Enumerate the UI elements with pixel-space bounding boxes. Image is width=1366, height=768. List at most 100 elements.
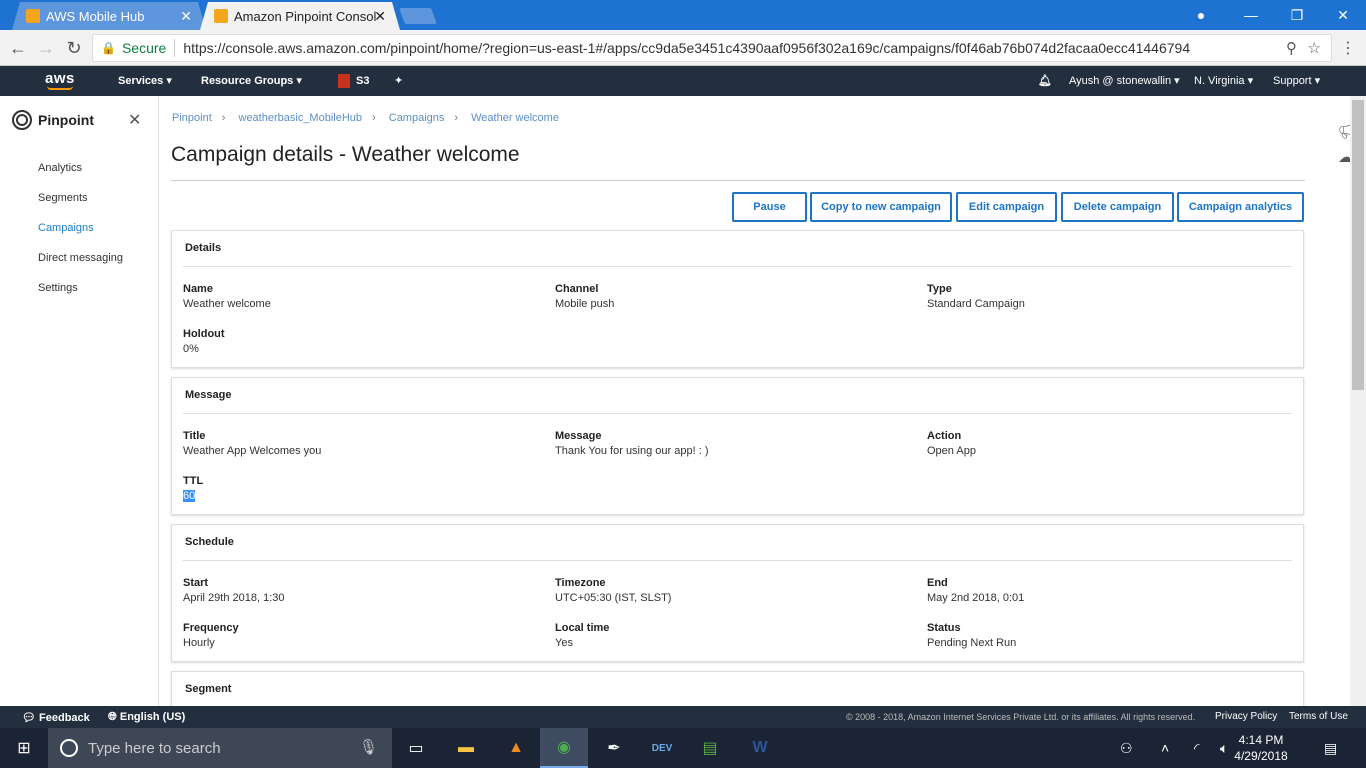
tab-label: Amazon Pinpoint Consol xyxy=(234,8,377,24)
action-field: Action Open App xyxy=(927,430,976,457)
chevron-down-icon: ▾ xyxy=(296,75,302,87)
sidebar-item-settings[interactable]: Settings xyxy=(38,282,78,294)
title-divider xyxy=(171,180,1305,181)
terms-of-use-link[interactable]: Terms of Use xyxy=(1289,711,1348,722)
url-text[interactable]: https://console.aws.amazon.com/pinpoint/… xyxy=(183,40,1190,56)
services-label: Services xyxy=(118,75,164,87)
clock-time: 4:14 PM xyxy=(1238,733,1284,747)
task-view-icon[interactable]: ▭ xyxy=(392,728,440,768)
region-label: N. Virginia xyxy=(1194,75,1245,87)
window-close-icon[interactable]: ✕ xyxy=(1320,0,1366,30)
delete-campaign-button[interactable]: Delete campaign xyxy=(1061,192,1174,222)
breadcrumb-current[interactable]: Weather welcome xyxy=(471,112,559,124)
field-label: Action xyxy=(927,430,962,442)
field-label: Holdout xyxy=(183,328,225,340)
feedback-label: Feedback xyxy=(39,712,90,724)
dev-cpp-icon[interactable]: DEV xyxy=(638,728,686,768)
profile-icon[interactable]: ● xyxy=(1178,0,1224,30)
action-center-icon[interactable]: ▤ xyxy=(1324,728,1337,768)
lock-icon: 🔒 xyxy=(101,41,116,55)
windows-start-icon[interactable]: ⊞ xyxy=(0,728,48,768)
close-sidebar-icon[interactable]: ✕ xyxy=(128,110,141,130)
forward-icon[interactable]: → xyxy=(34,36,58,60)
s3-shortcut[interactable]: S3 xyxy=(338,74,369,88)
resource-groups-label: Resource Groups xyxy=(201,75,294,87)
sidebar-item-campaigns[interactable]: Campaigns xyxy=(38,222,94,234)
field-value-selected: 60 xyxy=(183,490,196,502)
microphone-icon[interactable]: 🎙︎ xyxy=(359,738,378,756)
reload-icon[interactable]: ↻ xyxy=(62,36,86,60)
globe-icon: 🌐︎ xyxy=(108,711,117,723)
file-explorer-icon[interactable]: ▬ xyxy=(442,728,490,768)
people-icon[interactable]: ⚇ xyxy=(1120,728,1133,768)
support-menu[interactable]: Support ▾ xyxy=(1273,74,1320,87)
schedule-card: Schedule Start April 29th 2018, 1:30 Tim… xyxy=(171,524,1304,662)
notification-bell-icon[interactable]: 🔔︎ xyxy=(1038,74,1052,87)
sidebar-item-direct-messaging[interactable]: Direct messaging xyxy=(38,252,123,264)
browser-tab-mobile-hub[interactable]: AWS Mobile Hub ✕ xyxy=(12,2,206,30)
close-tab-icon[interactable]: ✕ xyxy=(180,8,192,25)
windows-taskbar: ⊞ Type here to search 🎙︎ ▭ ▬ ▲ ◉ ✒ DEV ▤… xyxy=(0,728,1366,768)
restore-icon[interactable]: ❐ xyxy=(1274,0,1320,30)
field-label: Channel xyxy=(555,283,599,295)
taskbar-clock[interactable]: 4:14 PM 4/29/2018 xyxy=(1226,732,1296,764)
campaign-analytics-button[interactable]: Campaign analytics xyxy=(1177,192,1304,222)
support-label: Support xyxy=(1273,75,1312,87)
account-label: Ayush @ stonewallin xyxy=(1069,75,1172,87)
aws-logo[interactable]: aws xyxy=(45,70,75,90)
breadcrumb-pinpoint[interactable]: Pinpoint xyxy=(172,112,212,124)
ttl-field: TTL 60 xyxy=(183,475,203,502)
privacy-policy-link[interactable]: Privacy Policy xyxy=(1215,711,1277,722)
zoom-icon[interactable]: ⚲ xyxy=(1286,39,1297,57)
breadcrumb-app[interactable]: weatherbasic_MobileHub xyxy=(239,112,363,124)
breadcrumb-campaigns[interactable]: Campaigns xyxy=(389,112,445,124)
console-footer: 💬︎ Feedback 🌐︎ English (US) © 2008 - 201… xyxy=(0,706,1366,728)
feedback-link[interactable]: 💬︎ Feedback xyxy=(22,711,90,724)
notebook-icon[interactable]: ▤ xyxy=(686,728,734,768)
inkscape-icon[interactable]: ✒ xyxy=(590,728,638,768)
browser-tab-pinpoint[interactable]: Amazon Pinpoint Consol ✕ xyxy=(200,2,400,30)
wifi-icon[interactable]: ◜ xyxy=(1194,728,1199,768)
page-title: Campaign details - Weather welcome xyxy=(171,143,520,166)
page-scrollbar[interactable] xyxy=(1350,96,1366,706)
field-value: Open App xyxy=(927,445,976,457)
secure-label: Secure xyxy=(121,40,167,56)
browser-menu-icon[interactable]: ⋮ xyxy=(1340,38,1356,58)
field-value: Pending Next Run xyxy=(927,637,1017,649)
word-icon[interactable]: W xyxy=(736,728,784,768)
chevron-down-icon: ▾ xyxy=(166,75,172,87)
services-menu[interactable]: Services ▾ xyxy=(118,74,172,87)
edit-campaign-button[interactable]: Edit campaign xyxy=(956,192,1057,222)
pause-button[interactable]: Pause xyxy=(732,192,807,222)
message-header: Message xyxy=(185,389,232,401)
scrollbar-thumb[interactable] xyxy=(1352,100,1364,390)
copy-to-new-campaign-button[interactable]: Copy to new campaign xyxy=(810,192,952,222)
aws-smile-icon xyxy=(47,86,73,90)
minimize-icon[interactable]: — xyxy=(1228,0,1274,30)
chrome-icon[interactable]: ◉ xyxy=(540,728,588,768)
field-value: May 2nd 2018, 0:01 xyxy=(927,592,1025,604)
tray-chevron-icon[interactable]: ˄ xyxy=(1161,728,1169,768)
new-tab-button[interactable] xyxy=(399,8,437,24)
sidebar-title: Pinpoint xyxy=(12,110,94,130)
region-menu[interactable]: N. Virginia ▾ xyxy=(1194,74,1253,87)
bookmark-star-icon[interactable]: ☆ xyxy=(1308,39,1321,57)
field-label: Local time xyxy=(555,622,610,634)
timezone-field: Timezone UTC+05:30 (IST, SLST) xyxy=(555,577,671,604)
segment-card: Segment xyxy=(171,671,1304,706)
name-field: Name Weather welcome xyxy=(183,283,271,310)
taskbar-search-box[interactable]: Type here to search 🎙︎ xyxy=(48,728,392,768)
resource-groups-menu[interactable]: Resource Groups ▾ xyxy=(201,74,302,87)
back-icon[interactable]: ← xyxy=(6,36,30,60)
sidebar-item-segments[interactable]: Segments xyxy=(38,192,88,204)
pin-icon[interactable]: ✦ xyxy=(394,74,403,87)
breadcrumb-separator: › xyxy=(454,112,459,124)
account-menu[interactable]: Ayush @ stonewallin ▾ xyxy=(1069,74,1180,87)
aws-logo-text: aws xyxy=(45,70,75,87)
url-bar[interactable]: 🔒 Secure https://console.aws.amazon.com/… xyxy=(92,34,1332,62)
vlc-icon[interactable]: ▲ xyxy=(492,728,540,768)
message-card: Message Title Weather App Welcomes you M… xyxy=(171,377,1304,515)
language-selector[interactable]: 🌐︎ English (US) xyxy=(108,711,185,724)
close-tab-icon[interactable]: ✕ xyxy=(374,8,386,25)
sidebar-item-analytics[interactable]: Analytics xyxy=(38,162,82,174)
